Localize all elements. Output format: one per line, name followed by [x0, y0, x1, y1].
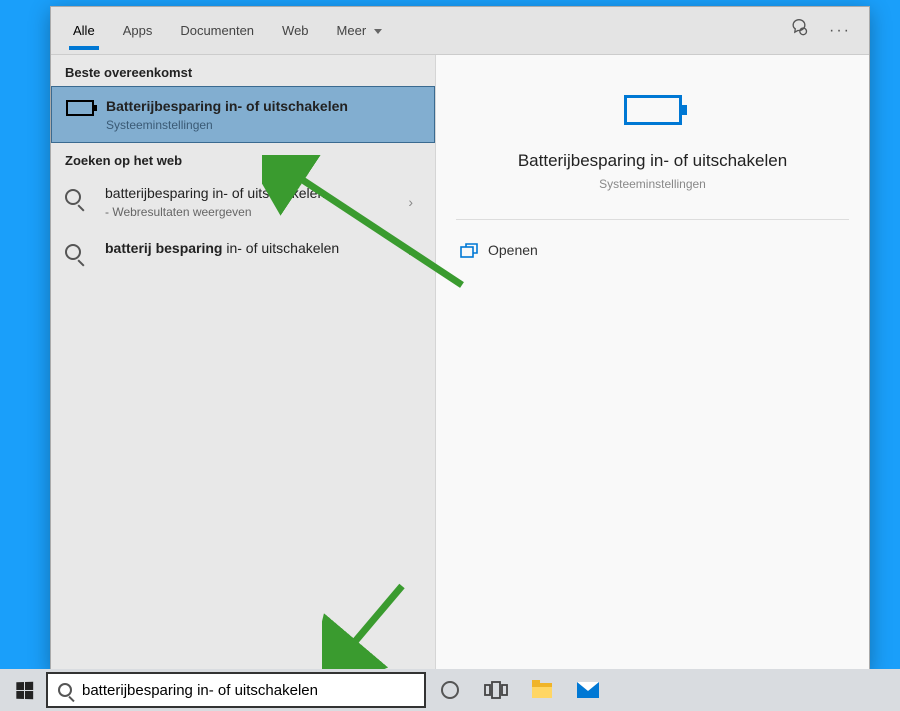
web-result-1[interactable]: batterijbesparing in- of uitschakelen - … [51, 174, 435, 229]
cortana-button[interactable] [428, 670, 472, 710]
result-title: batterijbesparing in- of uitschakelen [105, 184, 388, 202]
search-results-panel: Alle Apps Documenten Web Meer ··· Beste … [50, 6, 870, 670]
tab-documents[interactable]: Documenten [166, 11, 268, 50]
taskbar [0, 669, 900, 711]
chevron-down-icon [374, 29, 382, 34]
divider [456, 219, 849, 220]
result-title: Batterijbesparing in- of uitschakelen [106, 97, 420, 115]
result-text: batterij besparing in- of uitschakelen [105, 239, 388, 257]
result-text: Batterijbesparing in- of uitschakelen Sy… [106, 97, 420, 132]
tab-more-label: Meer [337, 23, 367, 38]
file-explorer-button[interactable] [520, 670, 564, 710]
preview-header: Batterijbesparing in- of uitschakelen Sy… [456, 79, 849, 191]
result-title: batterij besparing in- of uitschakelen [105, 239, 388, 257]
result-text: batterijbesparing in- of uitschakelen - … [105, 184, 388, 219]
section-best-match: Beste overeenkomst [51, 55, 435, 86]
result-preview-pane: Batterijbesparing in- of uitschakelen Sy… [436, 55, 869, 669]
result-best-match[interactable]: Batterijbesparing in- of uitschakelen Sy… [51, 86, 435, 143]
tab-all[interactable]: Alle [59, 11, 109, 50]
search-tabs-bar: Alle Apps Documenten Web Meer ··· [51, 7, 869, 55]
more-options-icon[interactable]: ··· [819, 14, 861, 48]
preview-subtitle: Systeeminstellingen [456, 177, 849, 191]
search-main-area: Beste overeenkomst Batterijbesparing in-… [51, 55, 869, 669]
tab-apps[interactable]: Apps [109, 11, 167, 50]
mail-icon [577, 682, 599, 698]
web-result-2[interactable]: batterij besparing in- of uitschakelen › [51, 229, 435, 272]
chevron-right-icon[interactable]: › [400, 194, 421, 210]
result-subtitle: Systeeminstellingen [106, 118, 420, 132]
windows-logo-icon [16, 681, 33, 699]
battery-icon [66, 100, 94, 120]
search-icon [65, 242, 93, 262]
cortana-icon [441, 681, 459, 699]
preview-title: Batterijbesparing in- of uitschakelen [456, 151, 849, 171]
task-view-icon [484, 681, 508, 699]
feedback-icon[interactable] [779, 10, 819, 51]
task-view-button[interactable] [474, 670, 518, 710]
search-icon [58, 683, 72, 697]
open-icon [460, 243, 476, 257]
search-icon [65, 187, 93, 207]
mail-button[interactable] [566, 670, 610, 710]
battery-icon [624, 95, 682, 125]
open-action[interactable]: Openen [456, 234, 849, 266]
section-web-search: Zoeken op het web [51, 143, 435, 174]
tab-more[interactable]: Meer [323, 11, 396, 50]
results-list: Beste overeenkomst Batterijbesparing in-… [51, 55, 436, 669]
open-label: Openen [488, 242, 538, 258]
folder-icon [532, 683, 552, 698]
chevron-right-icon[interactable]: › [400, 243, 421, 259]
taskbar-search-box[interactable] [46, 672, 426, 708]
result-subtitle: - Webresultaten weergeven [105, 205, 388, 219]
tab-web[interactable]: Web [268, 11, 323, 50]
search-input[interactable] [82, 682, 414, 699]
start-button[interactable] [4, 670, 44, 710]
